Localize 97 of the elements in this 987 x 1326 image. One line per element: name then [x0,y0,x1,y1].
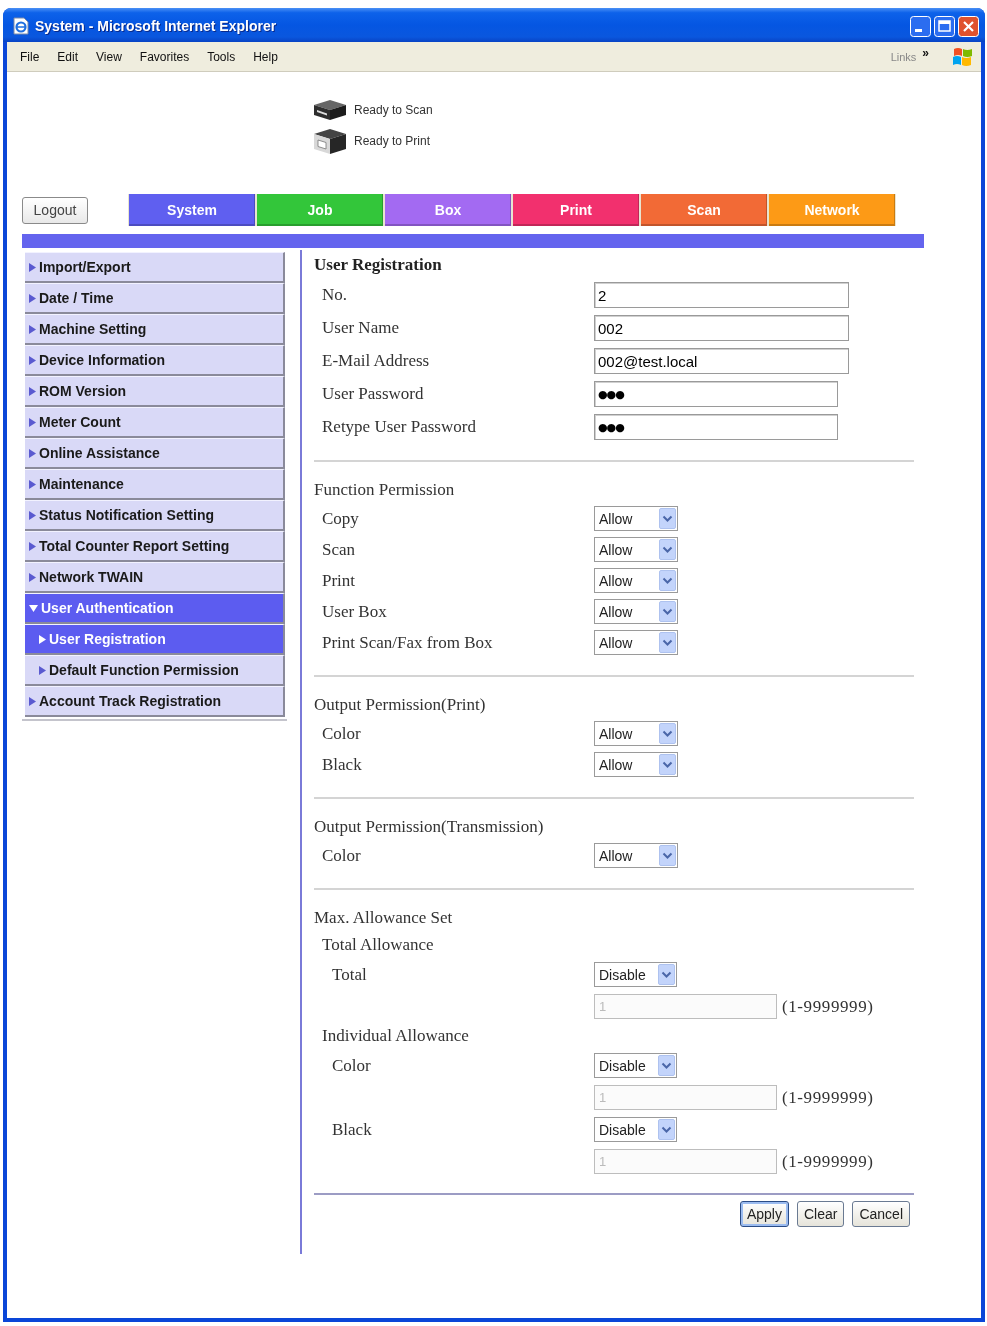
dropdown[interactable]: Allow [594,843,678,868]
text-field[interactable]: 002 [594,315,849,341]
sidebar-item[interactable]: Status Notification Setting [25,500,285,531]
triangle-right-icon [29,262,36,272]
links-chevron[interactable]: » [922,45,929,60]
triangle-right-icon [29,355,36,365]
section-title: Max. Allowance Set [314,908,453,928]
field-label: Black [331,1119,372,1140]
scanner-icon [312,99,348,121]
field-label: No. [321,285,348,305]
status-text: Ready to Scan [354,103,433,117]
browser-page-icon [12,17,30,35]
links-label: Links [890,50,917,63]
range-hint: (1-9999999) [782,1087,874,1108]
field-label: Color [321,845,361,866]
logout-button[interactable]: Logout [22,196,88,224]
triangle-right-icon [29,293,36,303]
dropdown[interactable]: Allow [594,568,678,593]
field-label: Total [331,964,367,985]
sidebar-item[interactable]: Network TWAIN [25,562,285,593]
field-label: E-Mail Address [321,351,430,371]
group-title: Individual Allowance [321,1026,469,1046]
group-title: Total Allowance [321,935,434,955]
sidebar-item[interactable]: Total Counter Report Setting [25,531,285,562]
menu-item[interactable]: File [20,49,40,64]
menu-item[interactable]: Help [253,49,278,64]
nav-tab[interactable]: System [128,194,256,226]
triangle-right-icon [29,324,36,334]
field-label: Color [331,1055,371,1076]
field-label: Print Scan/Fax from Box [321,632,493,653]
sidebar-item[interactable]: Meter Count [25,407,285,438]
form-button[interactable]: Clear [796,1201,845,1227]
triangle-right-icon [29,696,36,706]
field-label: Color [321,723,361,744]
password-field[interactable]: ●●● [594,414,838,440]
sidebar-item[interactable]: Device Information [25,345,285,376]
section-title: Function Permission [314,480,456,500]
triangle-right-icon [29,572,36,582]
dropdown[interactable]: Allow [594,506,678,531]
form-button[interactable]: Apply [739,1201,789,1227]
window-title: System - Microsoft Internet Explorer [35,18,277,34]
sidebar-item[interactable]: Account Track Registration [25,686,285,717]
field-label: Black [321,754,362,775]
sidebar-item[interactable]: ROM Version [25,376,285,407]
maximize-icon[interactable] [934,15,955,37]
triangle-right-icon [29,417,36,427]
field-label: User Name [321,318,399,338]
menu-item[interactable]: Favorites [139,49,190,64]
triangle-right-icon [29,448,36,458]
field-label: User Password [321,384,424,404]
dropdown[interactable]: Allow [594,752,678,777]
field-label: User Box [321,601,387,622]
form-title: User Registration [314,254,443,276]
triangle-right-icon [39,665,46,675]
text-field[interactable]: 002@test.local [594,348,849,374]
sidebar-item[interactable]: Date / Time [25,283,285,314]
minimize-icon[interactable] [910,15,931,37]
range-hint: (1-9999999) [782,996,874,1017]
dropdown[interactable]: Disable [594,962,677,987]
menu-item[interactable]: View [96,49,122,64]
triangle-right-icon [29,479,36,489]
sidebar-item[interactable]: Online Assistance [25,438,285,469]
printer-icon [312,127,348,155]
triangle-right-icon [29,386,36,396]
dropdown[interactable]: Allow [594,599,678,624]
form-button[interactable]: Cancel [852,1201,910,1227]
text-field[interactable]: 2 [594,282,849,308]
field-label: Retype User Password [321,417,476,437]
menu-item[interactable]: Tools [207,49,236,64]
sidebar-subitem[interactable]: Default Function Permission [25,655,285,686]
section-title: Output Permission(Transmission) [314,817,545,837]
password-field[interactable]: ●●● [594,381,838,407]
sidebar-item[interactable]: Maintenance [25,469,285,500]
dropdown[interactable]: Allow [594,537,678,562]
sidebar-item[interactable]: Import/Export [25,252,285,283]
field-label: Copy [321,508,359,529]
nav-tab[interactable]: Print [512,194,640,226]
section-title: Output Permission(Print) [314,695,487,715]
dropdown[interactable]: Allow [594,721,678,746]
triangle-right-icon [29,541,36,551]
dropdown[interactable]: Disable [594,1117,677,1142]
field-label: Print [321,570,356,591]
dropdown[interactable]: Disable [594,1053,677,1078]
menu-item[interactable]: Edit [57,49,79,64]
close-icon[interactable] [958,15,979,37]
field-label: Scan [321,539,356,560]
flag-logo-icon [951,45,975,68]
range-hint: (1-9999999) [782,1151,874,1172]
triangle-right-icon [29,510,36,520]
triangle-right-icon [39,634,46,644]
sidebar-item[interactable]: User Authentication [25,593,285,624]
nav-tab[interactable]: Box [384,194,512,226]
status-text: Ready to Print [354,134,431,148]
sidebar-subitem[interactable]: User Registration [25,624,285,655]
dropdown[interactable]: Allow [594,630,678,655]
sidebar-item[interactable]: Machine Setting [25,314,285,345]
triangle-down-icon [29,604,38,612]
